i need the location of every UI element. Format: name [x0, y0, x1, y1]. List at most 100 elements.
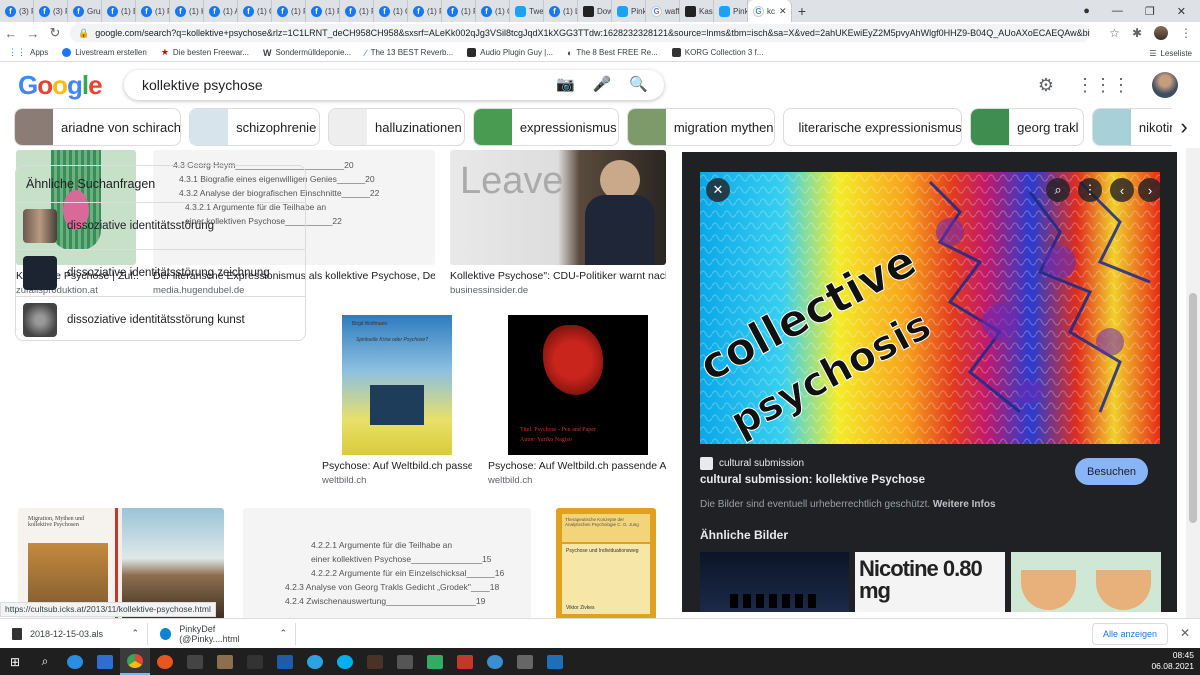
maximize-button[interactable]: ❐ [1145, 5, 1155, 18]
related-chip[interactable]: migration mythen [626, 108, 776, 146]
taskbar-app[interactable] [420, 648, 450, 675]
browser-tab[interactable]: f(1) Pr [340, 0, 374, 22]
camera-icon[interactable]: 📷 [556, 75, 575, 93]
close-preview-button[interactable]: ✕ [706, 178, 730, 202]
previous-image-button[interactable]: ‹ [1110, 178, 1134, 202]
taskbar-app[interactable] [300, 648, 330, 675]
similar-image[interactable] [1011, 552, 1161, 612]
reload-button[interactable]: ↻ [44, 25, 66, 41]
image-result[interactable]: Leave Kollektive Psychose": CDU-Politike… [450, 150, 666, 296]
taskbar-app[interactable] [390, 648, 420, 675]
profile-avatar[interactable] [1154, 26, 1168, 40]
similar-image[interactable] [700, 552, 849, 612]
back-button[interactable]: ← [0, 26, 22, 41]
image-result[interactable]: Birgit Wolfmann Spirituelle Krise oder P… [322, 315, 472, 486]
scrollbar-thumb[interactable] [1189, 293, 1197, 523]
lock-icon[interactable]: 🔒 [78, 28, 89, 39]
taskbar-app[interactable] [150, 648, 180, 675]
search-icon[interactable]: 🔍 [629, 75, 648, 93]
taskbar-app[interactable] [450, 648, 480, 675]
bookmark-item[interactable]: Audio Plugin Guy |... [467, 48, 553, 57]
browser-tab[interactable]: fGrupp [68, 0, 102, 22]
taskbar-app[interactable] [210, 648, 240, 675]
close-tab-icon[interactable]: ✕ [779, 6, 787, 17]
bookmark-apps[interactable]: ⋮⋮ Apps [8, 47, 48, 58]
taskbar-app-chrome[interactable] [120, 648, 150, 675]
image-result[interactable]: 4.2.2.1 Argumente für die Teilhabe an ei… [243, 508, 531, 620]
browser-tab[interactable]: f(1) Gr [476, 0, 510, 22]
browser-tab[interactable]: f(1) Gr [238, 0, 272, 22]
tab-active[interactable]: G kc ✕ [748, 0, 792, 22]
browser-tab[interactable]: f(3) Fr [0, 0, 34, 22]
related-search-item[interactable]: dissoziative identitätsstörung [16, 202, 305, 249]
browser-tab[interactable]: Pinky [612, 0, 646, 22]
browser-tab[interactable]: f(1) Be [102, 0, 136, 22]
settings-gear-icon[interactable]: ⚙ [1038, 75, 1054, 96]
related-chip[interactable]: halluzinationen [327, 108, 465, 146]
taskbar-app[interactable] [360, 648, 390, 675]
preview-title[interactable]: cultural submission: kollektive Psychose [700, 474, 925, 486]
google-logo[interactable]: Google [18, 70, 103, 101]
browser-tab[interactable]: f(1) KC [170, 0, 204, 22]
browser-tab[interactable]: Down [578, 0, 612, 22]
chevron-right-icon[interactable]: › [1172, 108, 1196, 146]
close-download-bar-icon[interactable]: ✕ [1180, 626, 1190, 640]
preview-source[interactable]: cultural submission [700, 457, 804, 470]
bookmark-item[interactable]: Livestream erstellen [62, 48, 147, 57]
search-input[interactable]: kollektive psychose 📷 🎤 🔍 [124, 70, 664, 100]
profile-menu-icon[interactable]: ● [1083, 5, 1090, 17]
bookmark-item[interactable]: ◐ The 8 Best FREE Re... [567, 48, 658, 58]
preview-image[interactable]: collective psychosis ✕ ⌕ ⋮ ‹ › [700, 172, 1160, 444]
address-bar[interactable]: 🔒 google.com/search?q=kollektive+psychos… [70, 24, 1090, 42]
taskbar-app[interactable] [480, 648, 510, 675]
browser-tab[interactable]: Pinky [714, 0, 748, 22]
image-result[interactable]: Titel: Psychose - Pen and Paper Autor: Y… [488, 315, 666, 486]
related-search-item[interactable]: dissoziative identitätsstörung kunst [16, 296, 305, 343]
browser-tab[interactable]: f(1) Au [204, 0, 238, 22]
related-search-item[interactable]: dissoziative identitätsstörung zeichnung [16, 249, 305, 296]
chevron-up-icon[interactable]: ⌃ [279, 628, 287, 639]
download-item[interactable]: 2018-12-15-03.als ⌃ [0, 622, 148, 645]
taskbar-app[interactable] [540, 648, 570, 675]
download-item[interactable]: PinkyDef (@Pinky....html ⌃ [148, 622, 296, 645]
next-image-button[interactable]: › [1138, 178, 1160, 202]
search-button[interactable]: ⌕ [30, 648, 60, 675]
taskbar-app[interactable] [510, 648, 540, 675]
related-chip[interactable]: nikotin [1091, 108, 1184, 146]
visit-button[interactable]: Besuchen [1075, 458, 1148, 485]
close-window-button[interactable]: ✕ [1177, 5, 1186, 18]
apps-grid-icon[interactable]: ⋮⋮⋮ [1076, 75, 1130, 96]
forward-button[interactable]: → [22, 26, 44, 41]
chevron-up-icon[interactable]: ⌃ [131, 628, 139, 639]
reading-list-button[interactable]: ☰ Leseliste [1149, 44, 1192, 62]
bookmark-item[interactable]: KORG Collection 3 f... [671, 48, 763, 57]
browser-tab[interactable]: f(1) Fr [272, 0, 306, 22]
bookmark-item[interactable]: ★ Die besten Freewar... [161, 47, 249, 58]
browser-tab[interactable]: f(1) Gr [374, 0, 408, 22]
new-tab-button[interactable]: + [792, 3, 812, 19]
browser-tab[interactable]: f(1) Fr [306, 0, 340, 22]
show-all-downloads-button[interactable]: Alle anzeigen [1091, 623, 1168, 645]
related-chip[interactable]: ariadne von schirach [14, 108, 182, 146]
more-info-link[interactable]: Weitere Infos [933, 499, 996, 510]
star-icon[interactable]: ☆ [1109, 26, 1120, 40]
page-scrollbar[interactable] [1186, 148, 1200, 620]
microphone-icon[interactable]: 🎤 [593, 75, 612, 93]
lens-search-icon[interactable]: ⌕ [1046, 178, 1070, 202]
menu-icon[interactable]: ⋮ [1180, 26, 1192, 40]
browser-tab[interactable]: Gwaffe [646, 0, 680, 22]
minimize-button[interactable]: — [1112, 5, 1123, 17]
browser-tab[interactable]: f(3) Pr [34, 0, 68, 22]
bookmark-item[interactable]: W Sondermülldeponie... [263, 48, 351, 58]
browser-tab[interactable]: Kaser [680, 0, 714, 22]
taskbar-app[interactable] [240, 648, 270, 675]
more-options-icon[interactable]: ⋮ [1078, 178, 1102, 202]
related-chip[interactable]: expressionismus [472, 108, 619, 146]
taskbar-app[interactable] [180, 648, 210, 675]
image-result[interactable]: Therapeutische Konzepte der Analytischen… [556, 508, 656, 620]
browser-tab[interactable]: f(1) Pr [136, 0, 170, 22]
related-chip[interactable]: georg trakl [970, 108, 1084, 146]
similar-image[interactable]: Nicotine 0.80 mg [855, 552, 1005, 612]
taskbar-app[interactable] [330, 648, 360, 675]
taskbar-app[interactable] [90, 648, 120, 675]
